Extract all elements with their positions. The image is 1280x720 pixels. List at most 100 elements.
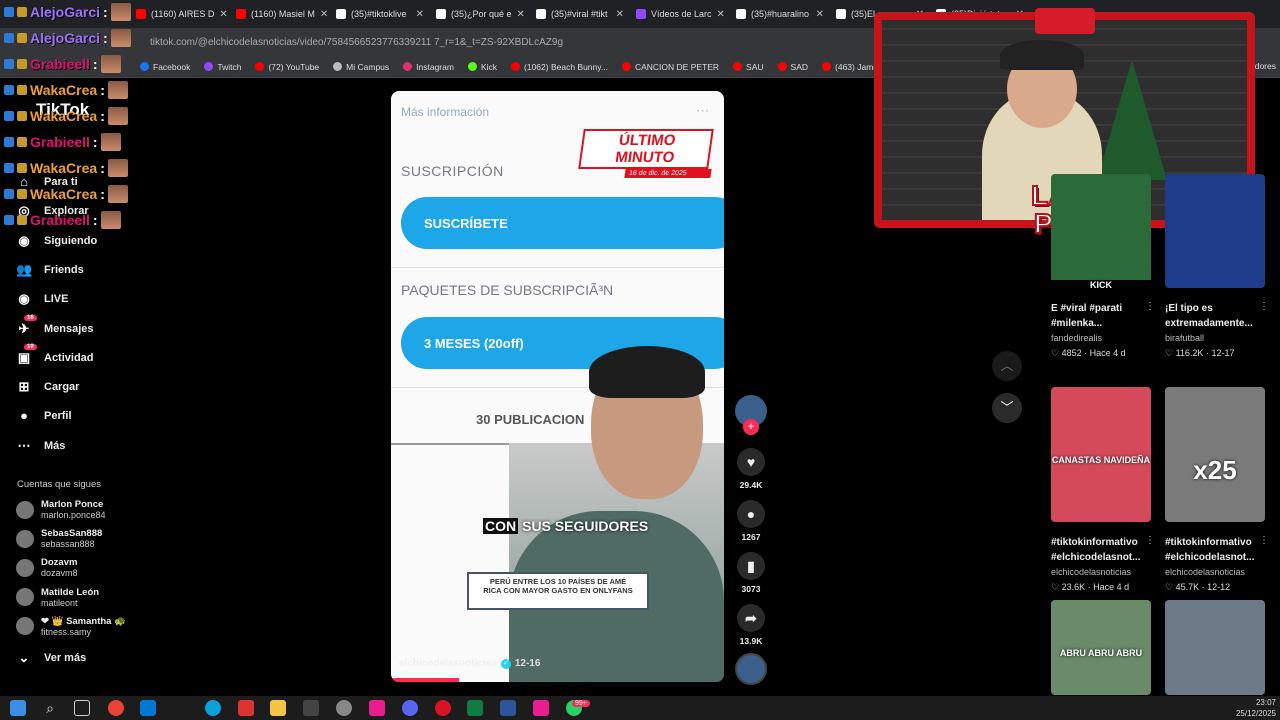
bookmark-item[interactable]: Facebook	[140, 62, 190, 72]
followed-account[interactable]: ❤ 👑 Samantha 🐢 fitness.samy	[16, 616, 126, 637]
video-thumbnail[interactable]: KICK	[1051, 174, 1151, 288]
sidebar-item-siguiendo[interactable]: ◉ Siguiendo	[16, 233, 97, 249]
sound-avatar[interactable]	[735, 653, 767, 685]
followed-account[interactable]: Matilde León matileont	[16, 587, 99, 608]
chat-separator: :	[103, 4, 108, 20]
more-options-icon[interactable]: ⋮	[1259, 301, 1269, 312]
sidebar-item-ms[interactable]: ⋯ Más	[16, 438, 66, 454]
tab-close-icon[interactable]: ✕	[320, 9, 328, 20]
sidebar-item-live[interactable]: ◉ LIVE	[16, 291, 68, 307]
edge-icon[interactable]	[205, 700, 221, 716]
video-player[interactable]: Más información ⋯ ÚLTIMO MINUTO 16 de di…	[391, 91, 724, 682]
like-button[interactable]: ♥ 29.4K	[736, 448, 766, 490]
sidebar-item-actividad[interactable]: ▣ 19 Actividad	[16, 343, 94, 366]
bookmark-item[interactable]: (1062) Beach Bunny...	[511, 62, 608, 72]
browser-tab[interactable]: Vídeos de Larc ✕	[630, 2, 730, 26]
follow-plus-icon[interactable]: +	[743, 419, 759, 435]
like-count: 23.6K	[1061, 582, 1086, 592]
chat-message: WakaCrea:	[4, 107, 128, 125]
search-icon[interactable]: ⌕	[42, 700, 58, 716]
bookmark-item[interactable]: Mi Campus	[333, 62, 389, 72]
prev-video-button[interactable]: ︿	[992, 351, 1022, 381]
discord-icon[interactable]	[402, 700, 418, 716]
chrome-icon[interactable]	[108, 700, 124, 716]
tab-close-icon[interactable]: ✕	[517, 9, 525, 20]
url-text[interactable]: tiktok.com/@elchicodelasnoticias/video/7…	[150, 37, 563, 48]
video-author[interactable]: fandedirealis	[1051, 333, 1102, 343]
folder-icon[interactable]	[270, 700, 286, 716]
obs-icon[interactable]	[435, 700, 451, 716]
author-name[interactable]: elchicodelasnoticias	[399, 658, 497, 669]
bookmark-item[interactable]: (72) YouTube	[255, 62, 319, 72]
browser-tab[interactable]: (35)#tiktoklive ✕	[330, 2, 430, 26]
next-video-button[interactable]: ﹀	[992, 393, 1022, 423]
stat-separator: ·	[1199, 582, 1208, 592]
task-view-icon[interactable]	[74, 700, 90, 716]
more-dots-icon[interactable]: ⋯	[696, 103, 709, 119]
sidebar-item-friends[interactable]: 👥 Friends	[16, 262, 84, 278]
browser-tab[interactable]: (35)#viral #tikt ✕	[530, 2, 630, 26]
like-count: 116.2K	[1175, 348, 1204, 358]
more-options-icon[interactable]: ⋮	[1145, 301, 1155, 312]
bookmark-favicon-icon	[255, 62, 265, 71]
video-thumbnail[interactable]	[1165, 174, 1265, 288]
followed-account[interactable]: SebasSan888 sebassan888	[16, 528, 102, 549]
tab-close-icon[interactable]: ✕	[219, 9, 227, 20]
sidebar-item-perfil[interactable]: ● Perfil	[16, 408, 71, 423]
video-thumbnail[interactable]	[1165, 600, 1265, 695]
more-options-icon[interactable]: ⋮	[1145, 535, 1155, 546]
video-stats: ♡ 45.7K · 12-12	[1165, 582, 1230, 593]
store-icon[interactable]	[140, 700, 156, 716]
browser-tab[interactable]: (35)¿Por qué e ✕	[430, 2, 530, 26]
app-icon[interactable]	[303, 700, 319, 716]
share-button[interactable]: ➦ 13.9K	[736, 604, 766, 646]
video-thumbnail[interactable]: ABRU ABRU ABRU	[1051, 600, 1151, 695]
sidebar-item-label: Mensajes	[44, 322, 94, 335]
app-icon[interactable]	[336, 700, 352, 716]
video-thumbnail[interactable]: x25	[1165, 387, 1265, 522]
followed-account[interactable]: Marlon Ponce marlon.ponce84	[16, 499, 106, 520]
bookmark-item[interactable]: Twitch	[204, 62, 241, 72]
bookmark-item[interactable]: SAD	[777, 62, 808, 72]
video-author[interactable]: birafutball	[1165, 333, 1204, 343]
video-author[interactable]: elchicodelasnoticias	[1051, 567, 1131, 577]
progress-bar[interactable]	[391, 678, 459, 682]
avatar	[16, 617, 34, 636]
browser-tab[interactable]: (35)#huaralino ✕	[730, 2, 830, 26]
bookmark-label: Twitch	[217, 61, 242, 72]
video-age: Hace 4 d	[1089, 348, 1126, 358]
tab-close-icon[interactable]: ✕	[616, 9, 624, 20]
notification-badge: 19	[24, 343, 37, 350]
browser-tab[interactable]: (1160) Masiel M ✕	[230, 2, 330, 26]
word-icon[interactable]	[500, 700, 516, 716]
more-options-icon[interactable]: ⋮	[1259, 535, 1269, 546]
app-icon[interactable]	[369, 700, 385, 716]
clock[interactable]: 23:07 25/12/2025	[1222, 697, 1276, 719]
video-author[interactable]: elchicodelasnoticias ✓ 12-16	[399, 658, 540, 669]
bookmark-item[interactable]: CANCION DE PETER	[621, 62, 719, 72]
calculator-icon[interactable]	[467, 700, 483, 716]
like-count: 29.4K	[739, 480, 763, 490]
video-thumbnail[interactable]: CANASTAS NAVIDEÑA	[1051, 387, 1151, 522]
chat-separator: :	[92, 56, 98, 72]
app-icon[interactable]	[238, 700, 254, 716]
sidebar-item-mensajes[interactable]: ✈ 16 Mensajes	[16, 314, 94, 337]
tab-favicon-icon	[436, 9, 446, 19]
bookmark-item[interactable]: Instagram	[403, 62, 454, 72]
bookmark-favicon-icon	[822, 62, 832, 71]
tab-close-icon[interactable]: ✕	[816, 9, 824, 20]
save-button[interactable]: ▮ 3073	[736, 552, 766, 594]
comment-button[interactable]: ● 1267	[736, 500, 766, 542]
app-icon[interactable]	[533, 700, 549, 716]
browser-tab[interactable]: (1160) AIRES D ✕	[130, 2, 230, 26]
see-more-button[interactable]: ⌄ Ver más	[16, 650, 87, 666]
video-author[interactable]: elchicodelasnoticias	[1165, 567, 1245, 577]
tab-close-icon[interactable]: ✕	[717, 9, 725, 20]
start-icon[interactable]	[10, 700, 26, 716]
followed-account[interactable]: Dozavm dozavm8	[16, 557, 78, 578]
comment-icon: ●	[737, 500, 765, 528]
bookmark-item[interactable]: Kick	[467, 62, 497, 72]
sidebar-item-cargar[interactable]: ⊞ Cargar	[16, 379, 80, 395]
tab-close-icon[interactable]: ✕	[416, 9, 424, 20]
bookmark-item[interactable]: SAU	[733, 62, 764, 72]
